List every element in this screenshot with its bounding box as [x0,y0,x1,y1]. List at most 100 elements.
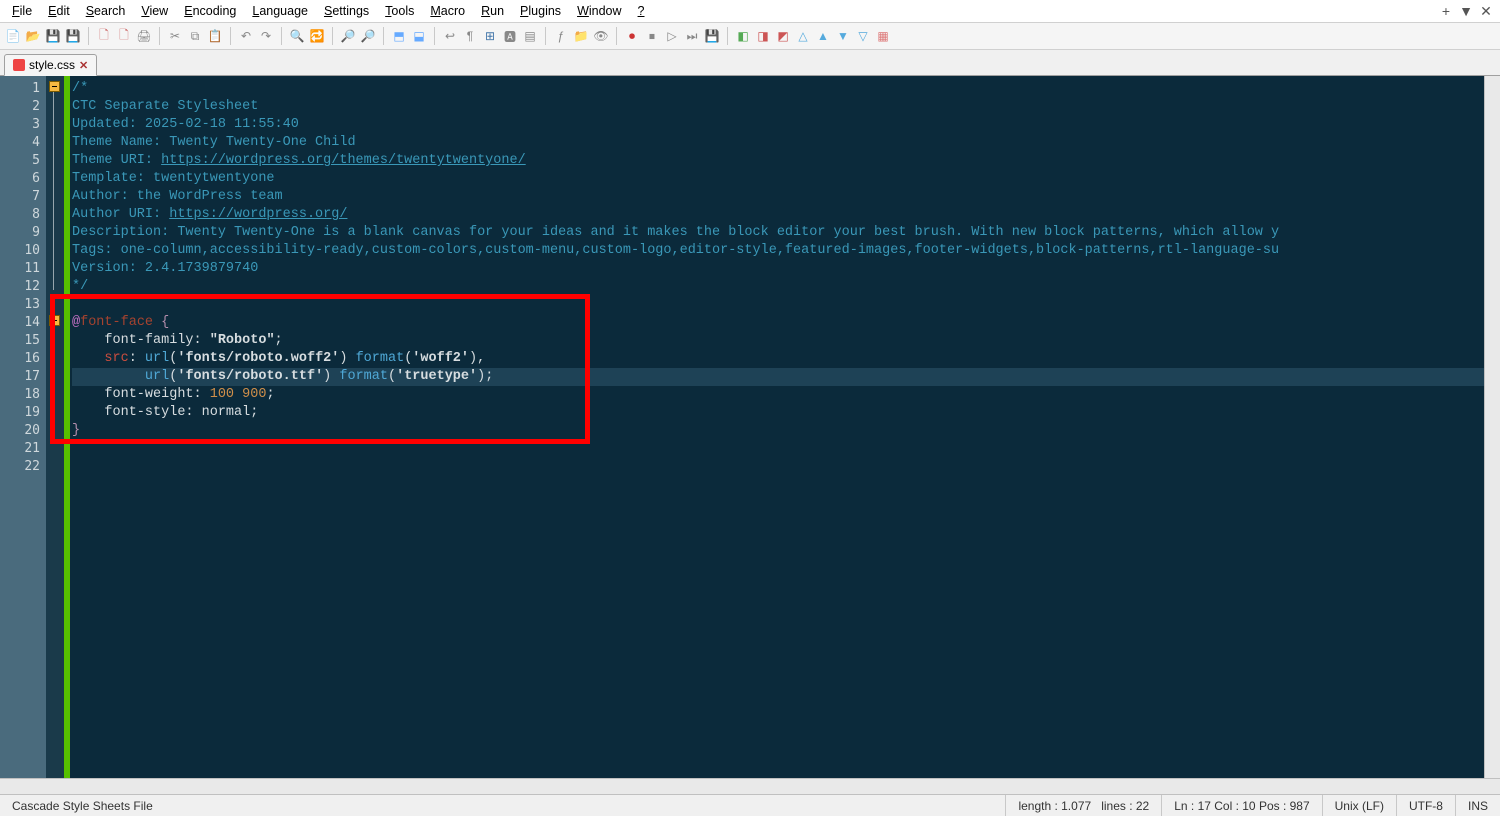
code-line[interactable]: @font-face { [72,314,1484,332]
menu-view[interactable]: View [133,2,176,20]
line-number: 20 [0,422,40,440]
line-number: 11 [0,260,40,278]
print-icon[interactable]: 🖨 [135,27,153,45]
line-number: 10 [0,242,40,260]
find-icon[interactable]: 🔍 [288,27,306,45]
paste-icon[interactable]: 📋 [206,27,224,45]
menu-encoding[interactable]: Encoding [176,2,244,20]
zoom-in-icon[interactable]: 🔎 [339,27,357,45]
status-encoding[interactable]: UTF-8 [1397,795,1456,816]
code-line[interactable]: CTC Separate Stylesheet [72,98,1484,116]
misc3-icon[interactable]: ◩ [774,27,792,45]
code-line[interactable] [72,440,1484,458]
status-insert-mode[interactable]: INS [1456,795,1500,816]
code-line[interactable]: /* [72,80,1484,98]
close-window-button[interactable]: ✕ [1476,3,1496,20]
code-line[interactable]: Version: 2.4.1739879740 [72,260,1484,278]
tab-close-icon[interactable]: ✕ [79,59,88,72]
code-area[interactable]: /*CTC Separate StylesheetUpdated: 2025-0… [70,76,1484,778]
menu-run[interactable]: Run [473,2,512,20]
toolbar-separator [332,27,333,45]
save-macro-icon[interactable]: 💾 [703,27,721,45]
vertical-scrollbar[interactable] [1484,76,1500,778]
horizontal-scrollbar[interactable] [0,778,1500,794]
code-line[interactable]: Updated: 2025-02-18 11:55:40 [72,116,1484,134]
new-file-icon[interactable]: 📄 [4,27,22,45]
menu-tools[interactable]: Tools [377,2,422,20]
redo-icon[interactable]: ↷ [257,27,275,45]
code-line[interactable]: Template: twentytwentyone [72,170,1484,188]
indent-guide-icon[interactable]: ⊞ [481,27,499,45]
code-line[interactable]: Author: the WordPress team [72,188,1484,206]
play-macro-icon[interactable]: ▷ [663,27,681,45]
code-line[interactable] [72,458,1484,476]
code-line[interactable]: Theme URI: https://wordpress.org/themes/… [72,152,1484,170]
menu-window[interactable]: Window [569,2,629,20]
misc8-icon[interactable]: ▦ [874,27,892,45]
code-line[interactable]: src: url('fonts/roboto.woff2') format('w… [72,350,1484,368]
save-icon[interactable]: 💾 [44,27,62,45]
misc1-icon[interactable]: ◧ [734,27,752,45]
dropdown-button[interactable]: ▼ [1456,3,1476,19]
toolbar-separator [727,27,728,45]
wordwrap-icon[interactable]: ↩ [441,27,459,45]
open-file-icon[interactable]: 📂 [24,27,42,45]
close-file-icon[interactable]: 🗋 [95,27,113,45]
code-line[interactable] [72,296,1484,314]
zoom-out-icon[interactable]: 🔎 [359,27,377,45]
copy-icon[interactable]: ⧉ [186,27,204,45]
lang-icon[interactable]: 🅰 [501,27,519,45]
replace-icon[interactable]: 🔁 [308,27,326,45]
func-list-icon[interactable]: ƒ [552,27,570,45]
add-tab-button[interactable]: + [1436,3,1456,19]
code-line[interactable]: url('fonts/roboto.ttf') format('truetype… [72,368,1484,386]
line-number: 7 [0,188,40,206]
close-all-icon[interactable]: 🗋 [115,27,133,45]
code-line[interactable]: font-weight: 100 900; [72,386,1484,404]
undo-icon[interactable]: ↶ [237,27,255,45]
code-line[interactable]: Description: Twenty Twenty-One is a blan… [72,224,1484,242]
menu-language[interactable]: Language [244,2,316,20]
line-number: 15 [0,332,40,350]
menu-search[interactable]: Search [78,2,134,20]
code-line[interactable]: Author URI: https://wordpress.org/ [72,206,1484,224]
sync-v-icon[interactable]: ⬒ [390,27,408,45]
line-number: 16 [0,350,40,368]
menu-plugins[interactable]: Plugins [512,2,569,20]
fold-guide [53,92,54,290]
stop-macro-icon[interactable]: ⏹ [643,27,661,45]
status-eol[interactable]: Unix (LF) [1323,795,1397,816]
misc2-icon[interactable]: ◨ [754,27,772,45]
save-all-icon[interactable]: 💾 [64,27,82,45]
fold-column[interactable] [46,76,64,778]
code-line[interactable]: } [72,422,1484,440]
show-all-chars-icon[interactable]: ¶ [461,27,479,45]
menu-file[interactable]: File [4,2,40,20]
cut-icon[interactable]: ✂ [166,27,184,45]
editor[interactable]: 12345678910111213141516171819202122 /*CT… [0,76,1500,778]
status-bar: Cascade Style Sheets File length : 1.077… [0,794,1500,816]
menu-help[interactable]: ? [630,2,653,20]
fold-toggle-icon[interactable] [49,315,60,326]
code-line[interactable]: font-style: normal; [72,404,1484,422]
code-line[interactable]: Theme Name: Twenty Twenty-One Child [72,134,1484,152]
doc-map-icon[interactable]: ▤ [521,27,539,45]
code-line[interactable]: font-family: "Roboto"; [72,332,1484,350]
tab-style-css[interactable]: style.css ✕ [4,54,97,76]
toolbar-separator [383,27,384,45]
misc6-icon[interactable]: ▼ [834,27,852,45]
fold-toggle-icon[interactable] [49,81,60,92]
record-macro-icon[interactable]: ⏺ [623,27,641,45]
misc7-icon[interactable]: ▽ [854,27,872,45]
menu-settings[interactable]: Settings [316,2,377,20]
sync-h-icon[interactable]: ⬓ [410,27,428,45]
code-line[interactable]: */ [72,278,1484,296]
folder-icon[interactable]: 📁 [572,27,590,45]
menu-macro[interactable]: Macro [422,2,473,20]
code-line[interactable]: Tags: one-column,accessibility-ready,cus… [72,242,1484,260]
play-multi-icon[interactable]: ⏭ [683,27,701,45]
monitor-icon[interactable]: 👁 [592,27,610,45]
misc4-icon[interactable]: △ [794,27,812,45]
misc5-icon[interactable]: ▲ [814,27,832,45]
menu-edit[interactable]: Edit [40,2,78,20]
